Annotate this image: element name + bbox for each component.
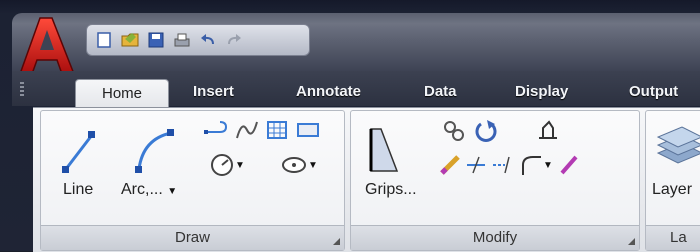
fillet-dropdown-icon[interactable]: ▼	[543, 160, 553, 171]
ellipse-dropdown-icon[interactable]: ▼	[308, 160, 318, 171]
autocad-logo-icon: A	[18, 16, 76, 75]
arc-label[interactable]: Arc,... ▼	[121, 181, 177, 199]
fillet-icon[interactable]: ▼	[517, 151, 555, 179]
draw-panel-launcher-icon[interactable]	[333, 238, 340, 245]
spline-icon[interactable]	[233, 117, 261, 143]
logo-letter: A	[18, 16, 19, 17]
tab-output[interactable]: Output	[629, 80, 678, 106]
new-file-icon[interactable]	[93, 29, 115, 51]
modify-panel-launcher-icon[interactable]	[628, 238, 635, 245]
line-icon[interactable]	[58, 125, 98, 177]
layers-panel-title[interactable]: La	[646, 225, 700, 250]
tab-annotate[interactable]: Annotate	[296, 80, 361, 106]
tab-insert[interactable]: Insert	[193, 80, 234, 106]
layer-label[interactable]: Layer	[652, 181, 692, 199]
erase-icon[interactable]	[437, 151, 463, 179]
line-label[interactable]: Line	[63, 181, 93, 199]
draw-panel-title[interactable]: Draw	[41, 225, 344, 250]
arc-icon[interactable]	[129, 123, 179, 177]
layers-icon[interactable]	[652, 123, 700, 173]
application-menu-button[interactable]: A	[18, 16, 76, 78]
modify-panel: Grips... ▼ Modify	[350, 110, 640, 251]
modify-panel-title[interactable]: Modify	[351, 225, 639, 250]
tab-home[interactable]: Home	[75, 79, 169, 109]
tab-data[interactable]: Data	[424, 80, 457, 106]
redo-icon[interactable]	[223, 29, 245, 51]
copy-icon[interactable]	[439, 117, 469, 145]
plot-icon[interactable]	[171, 29, 193, 51]
grips-icon[interactable]	[363, 123, 403, 177]
stretch-icon[interactable]	[533, 117, 563, 145]
open-folder-icon[interactable]	[119, 29, 141, 51]
hatch-icon[interactable]	[263, 117, 291, 143]
rectangle-icon[interactable]	[293, 117, 323, 143]
quick-access-toolbar	[86, 24, 310, 56]
grip-handle[interactable]	[20, 82, 24, 96]
extend-icon[interactable]	[490, 151, 514, 179]
polyline-icon[interactable]	[201, 117, 233, 143]
undo-icon[interactable]	[197, 29, 219, 51]
grips-label[interactable]: Grips...	[365, 181, 417, 199]
draw-panel: Line Arc,... ▼ ▼ ▼ Draw	[40, 110, 345, 251]
pencil-icon[interactable]	[557, 151, 581, 179]
trim-icon[interactable]	[464, 151, 488, 179]
circle-icon[interactable]: ▼	[201, 151, 253, 179]
save-icon[interactable]	[145, 29, 167, 51]
circle-dropdown-icon[interactable]: ▼	[235, 160, 245, 171]
layers-panel: Layer La	[645, 110, 700, 251]
rotate-icon[interactable]	[471, 117, 501, 145]
tab-display[interactable]: Display	[515, 80, 568, 106]
ellipse-icon[interactable]: ▼	[273, 151, 325, 179]
